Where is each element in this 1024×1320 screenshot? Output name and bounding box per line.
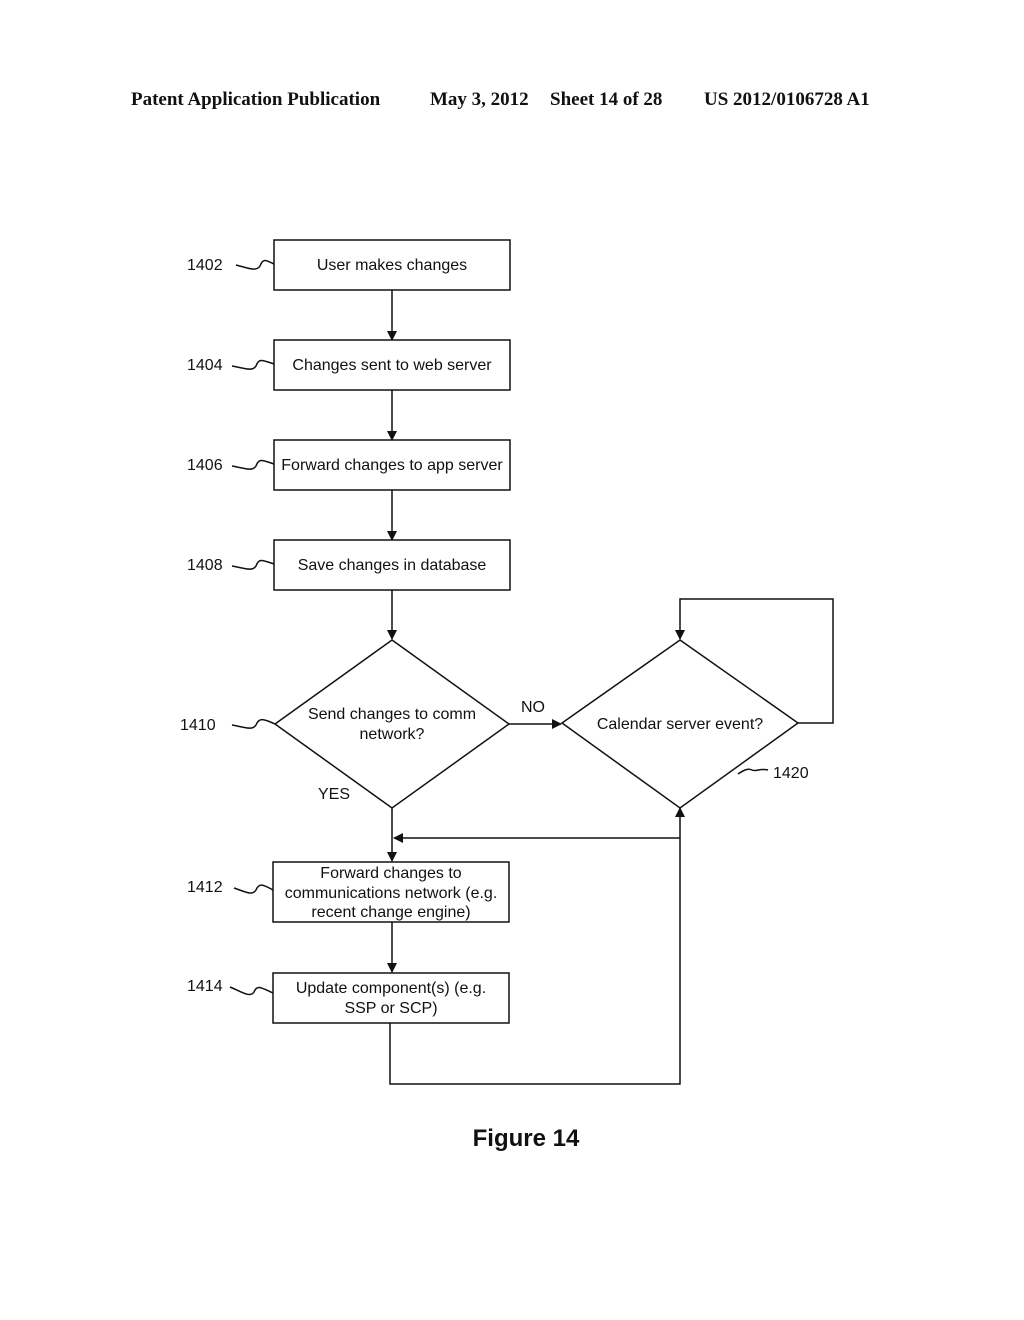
yes-label: YES	[318, 786, 350, 803]
ref-label: 1410	[180, 717, 216, 734]
lead-line	[229, 986, 274, 996]
node-text: Forward changes to app server	[281, 457, 503, 474]
ref-label: 1412	[187, 879, 223, 896]
node-text: Update component(s) (e.g.	[296, 980, 486, 997]
ref-label: 1402	[187, 257, 223, 274]
flowchart: User makes changes 1402 Changes sent to …	[180, 239, 834, 1152]
node-text: SSP or SCP)	[344, 1000, 437, 1017]
node-1404: Changes sent to web server 1404	[187, 339, 511, 391]
lead-line	[231, 718, 276, 729]
node-1420: Calendar server event? 1420	[560, 639, 809, 809]
node-text: Calendar server event?	[597, 716, 763, 733]
lead-line	[231, 459, 275, 470]
decision-diamond	[273, 639, 511, 809]
edge-1414-1420	[389, 807, 685, 1085]
ref-label: 1404	[187, 357, 223, 374]
lead-line	[737, 768, 769, 775]
node-text: network?	[360, 726, 425, 743]
node-text: recent change engine)	[311, 904, 470, 921]
node-text: communications network (e.g.	[285, 885, 498, 902]
node-1406: Forward changes to app server 1406	[187, 439, 511, 491]
node-1414: Update component(s) (e.g. SSP or SCP) 14…	[187, 972, 510, 1024]
node-1412: Forward changes to communications networ…	[187, 861, 510, 923]
lead-line	[235, 259, 275, 270]
node-text: Forward changes to	[320, 865, 462, 882]
node-1408: Save changes in database 1408	[187, 539, 511, 591]
node-text: Save changes in database	[298, 557, 487, 574]
ref-label: 1414	[187, 978, 223, 995]
no-label: NO	[521, 699, 545, 716]
node-text: User makes changes	[317, 257, 467, 274]
ref-label: 1408	[187, 557, 223, 574]
node-text: Changes sent to web server	[292, 357, 492, 374]
node-1402: User makes changes 1402	[187, 239, 511, 291]
figure-caption: Figure 14	[473, 1125, 580, 1152]
lead-line	[231, 359, 275, 370]
lead-line	[233, 884, 274, 894]
ref-label: 1420	[773, 765, 809, 782]
node-1410: Send changes to comm network? 1410 NO YE…	[180, 639, 545, 809]
node-text: Send changes to comm	[308, 706, 476, 723]
ref-label: 1406	[187, 457, 223, 474]
lead-line	[231, 559, 275, 570]
